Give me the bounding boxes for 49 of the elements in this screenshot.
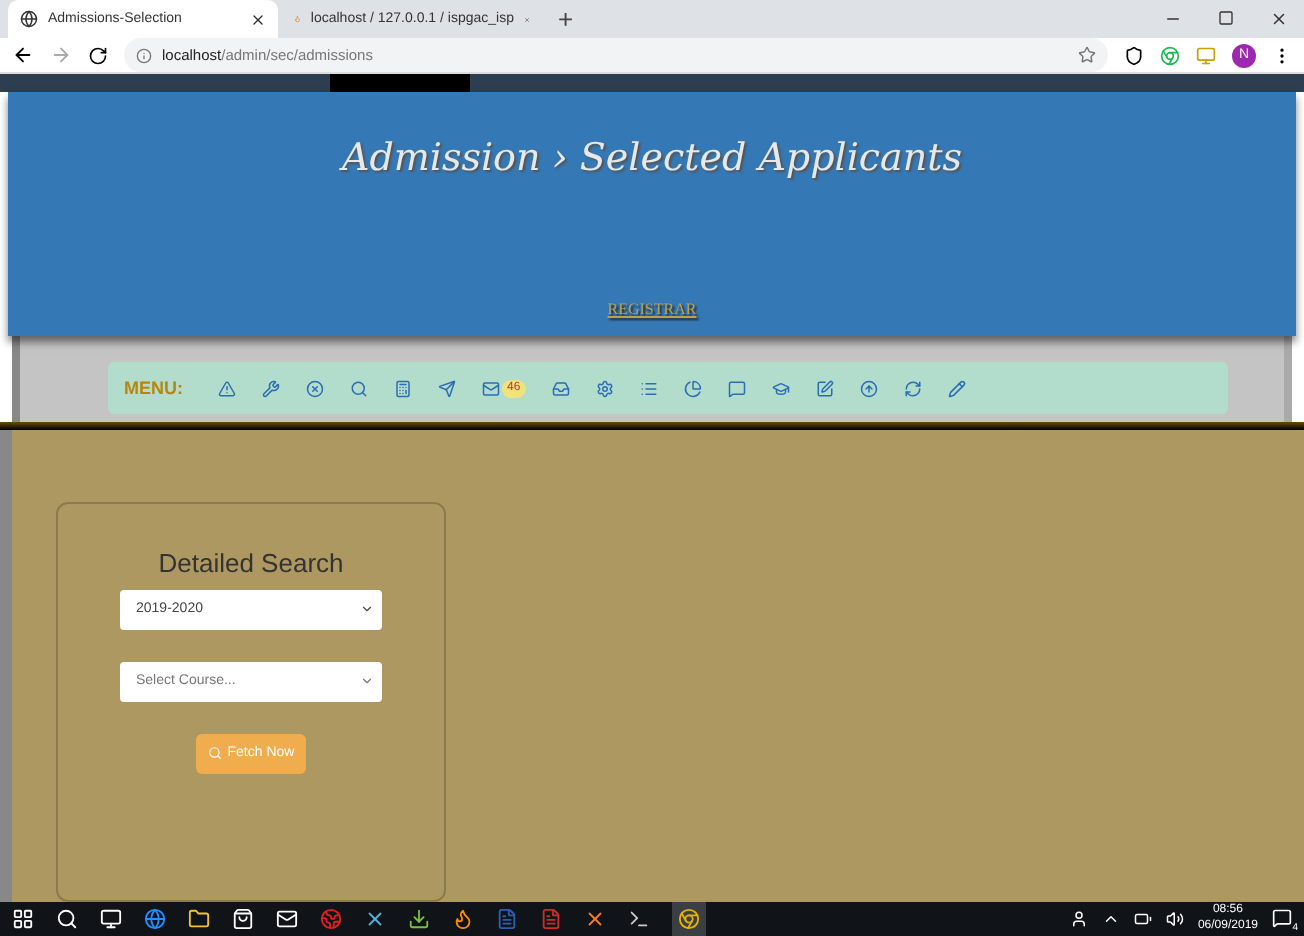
info-icon[interactable] (136, 47, 152, 64)
x-app-icon[interactable] (364, 907, 386, 930)
caret-icon (360, 674, 374, 689)
star-icon[interactable] (1078, 46, 1096, 65)
list-icon[interactable] (640, 379, 659, 398)
panel-title: Detailed Search (158, 547, 344, 578)
people-icon[interactable] (1069, 909, 1088, 928)
edit-icon[interactable] (816, 379, 835, 398)
tv-icon[interactable] (1196, 45, 1216, 66)
refresh-icon[interactable] (904, 379, 923, 398)
task-view-icon[interactable] (100, 907, 122, 930)
caret-icon (360, 602, 374, 617)
windows-start-icon[interactable] (12, 907, 34, 930)
paper-plane-icon[interactable] (437, 379, 455, 398)
terminal-icon[interactable] (628, 907, 650, 930)
download-app-icon[interactable] (408, 907, 430, 930)
warning-icon[interactable] (217, 379, 235, 398)
forward-icon[interactable] (50, 44, 72, 67)
shield-icon[interactable] (1124, 45, 1144, 66)
search-icon (207, 746, 222, 761)
new-tab-button[interactable]: + (546, 4, 586, 34)
chat-bubble-icon[interactable] (728, 379, 747, 398)
search-icon[interactable] (56, 907, 78, 930)
reload-icon[interactable] (88, 45, 108, 66)
restore-icon[interactable] (1218, 10, 1234, 26)
pdf-icon[interactable] (540, 907, 562, 930)
battery-icon[interactable] (1133, 909, 1152, 928)
close-icon[interactable] (250, 11, 266, 27)
volume-icon[interactable] (1165, 909, 1184, 928)
flame-icon (294, 10, 301, 28)
menu-label: MENU: (124, 378, 183, 399)
calculator-icon[interactable] (393, 379, 411, 398)
page-title: Admission › Selected Applicants (341, 136, 962, 181)
word-document-icon[interactable] (496, 907, 518, 930)
settings-icon[interactable] (596, 379, 615, 398)
inbox-icon[interactable] (552, 379, 571, 398)
close-icon[interactable] (1270, 10, 1288, 28)
wrench-icon[interactable] (261, 379, 279, 398)
shopping-bag-icon[interactable] (232, 907, 254, 930)
graduation-cap-icon[interactable] (772, 379, 791, 398)
upload-circle-icon[interactable] (860, 379, 879, 398)
folder-icon[interactable] (188, 907, 210, 930)
pie-chart-icon[interactable] (684, 379, 703, 398)
globe-icon (20, 10, 38, 28)
back-icon[interactable] (12, 44, 34, 67)
nav-bar-block (330, 74, 470, 93)
circle-x-icon[interactable] (305, 379, 323, 398)
pencil-icon[interactable] (948, 379, 967, 398)
extension-icon[interactable] (1160, 45, 1180, 66)
